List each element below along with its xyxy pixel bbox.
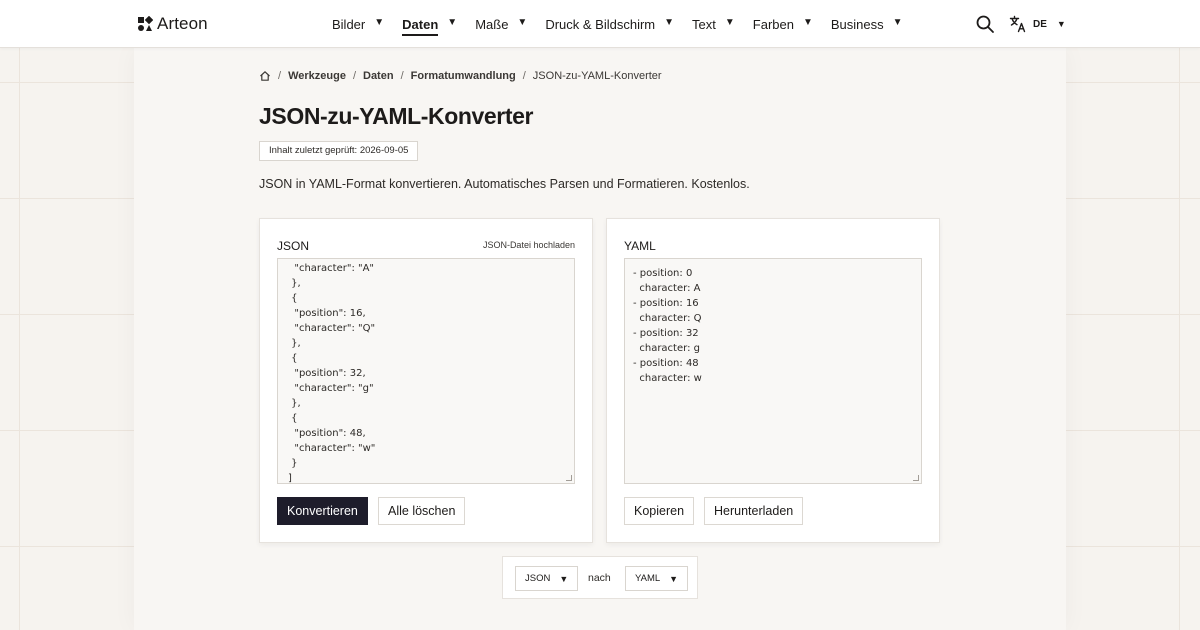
- search-icon[interactable]: [975, 14, 995, 34]
- yaml-output-textarea[interactable]: - position: 0 character: A - position: 1…: [624, 258, 922, 484]
- nav-item-maße[interactable]: Maße ▼: [475, 12, 527, 36]
- breadcrumb-separator: /: [522, 70, 526, 82]
- nav-item-label: Maße: [475, 16, 509, 32]
- clear-all-button[interactable]: Alle löschen: [378, 497, 466, 525]
- nav-item-label: Daten: [402, 13, 439, 36]
- brand-name: Arteon: [157, 14, 208, 33]
- target-format-value: YAML: [635, 573, 661, 584]
- breadcrumb-link[interactable]: Daten: [363, 70, 394, 82]
- page-title: JSON-zu-YAML-Konverter: [259, 103, 534, 129]
- chevron-down-icon: ▼: [1056, 19, 1066, 29]
- json-input-content: "character": "A" }, { "position": 16, "c…: [288, 263, 376, 484]
- json-input-label: JSON: [277, 239, 310, 253]
- breadcrumb-link[interactable]: Werkzeuge: [288, 70, 346, 82]
- source-format-select[interactable]: JSON ▼: [515, 566, 579, 591]
- format-connector-text: nach: [588, 572, 611, 584]
- nav-item-label: Business: [830, 16, 884, 32]
- nav-item-farben[interactable]: Farben ▼: [753, 12, 813, 36]
- source-format-value: JSON: [525, 573, 551, 584]
- brand-logo[interactable]: Arteon: [137, 14, 208, 34]
- main-navigation: Bilder ▼ Daten ▼ Maße ▼ Druck & Bildschirm ▼ Tex…: [332, 0, 921, 48]
- resize-handle[interactable]: [913, 475, 919, 481]
- chevron-down-icon: ▼: [664, 17, 675, 28]
- nav-item-bilder[interactable]: Bilder ▼: [332, 12, 384, 36]
- chevron-down-icon: ▼: [447, 17, 458, 28]
- resize-handle[interactable]: [566, 475, 572, 481]
- translate-icon: [1009, 15, 1026, 33]
- chevron-down-icon: ▼: [802, 17, 813, 28]
- upload-json-file-link[interactable]: JSON-Datei hochladen: [483, 240, 575, 250]
- nav-item-label: Text: [692, 16, 716, 32]
- nav-item-daten[interactable]: Daten ▼: [402, 12, 457, 36]
- nav-item-label: Farben: [752, 16, 794, 32]
- nav-item-text[interactable]: Text ▼: [692, 12, 735, 36]
- convert-button[interactable]: Konvertieren: [277, 497, 368, 525]
- main-content-panel: / Werkzeuge / Daten / Formatumwandlung / JSON-z…: [134, 48, 1066, 630]
- home-icon[interactable]: [259, 70, 271, 82]
- breadcrumb-separator: /: [278, 70, 282, 82]
- format-selector-bar: JSON ▼ nach YAML ▼: [502, 556, 698, 599]
- breadcrumb-separator: /: [352, 70, 356, 82]
- last-reviewed-badge: Inhalt zuletzt geprüft: 2026-09-05: [259, 141, 419, 161]
- breadcrumb: / Werkzeuge / Daten / Formatumwandlung / JSON-z…: [259, 69, 662, 83]
- nav-item-business[interactable]: Business ▼: [831, 12, 903, 36]
- language-code: DE: [1033, 18, 1047, 30]
- chevron-down-icon: ▼: [892, 17, 903, 28]
- page-description: JSON in YAML-Format konvertieren. Automa…: [259, 177, 750, 191]
- nav-item-druck-bildschirm[interactable]: Druck & Bildschirm ▼: [545, 12, 674, 36]
- yaml-output-content: - position: 0 character: A - position: 1…: [633, 268, 702, 384]
- breadcrumb-separator: /: [400, 70, 404, 82]
- chevron-down-icon: ▼: [559, 573, 569, 584]
- yaml-output-label: YAML: [624, 239, 656, 253]
- nav-item-label: Druck & Bildschirm: [545, 16, 656, 32]
- json-input-textarea[interactable]: "character": "A" }, { "position": 16, "c…: [277, 258, 575, 484]
- brand-logo-mark-icon: [138, 16, 153, 31]
- language-selector[interactable]: DE ▼: [1009, 14, 1066, 34]
- yaml-output-card: YAML - position: 0 character: A - positi…: [606, 218, 940, 543]
- nav-item-label: Bilder: [332, 16, 366, 32]
- chevron-down-icon: ▼: [724, 17, 735, 28]
- breadcrumb-current: JSON-zu-YAML-Konverter: [532, 70, 662, 82]
- json-input-card: JSON JSON-Datei hochladen "character": "…: [259, 218, 593, 543]
- chevron-down-icon: ▼: [374, 17, 385, 28]
- chevron-down-icon: ▼: [669, 573, 679, 584]
- top-navigation-bar: Arteon Bilder ▼ Daten ▼ Maße ▼ Druck & Bildsch…: [0, 0, 1200, 48]
- copy-button[interactable]: Kopieren: [624, 497, 695, 525]
- chevron-down-icon: ▼: [517, 17, 528, 28]
- breadcrumb-link[interactable]: Formatumwandlung: [411, 70, 516, 82]
- download-button[interactable]: Herunterladen: [704, 497, 804, 525]
- target-format-select[interactable]: YAML ▼: [625, 566, 689, 591]
